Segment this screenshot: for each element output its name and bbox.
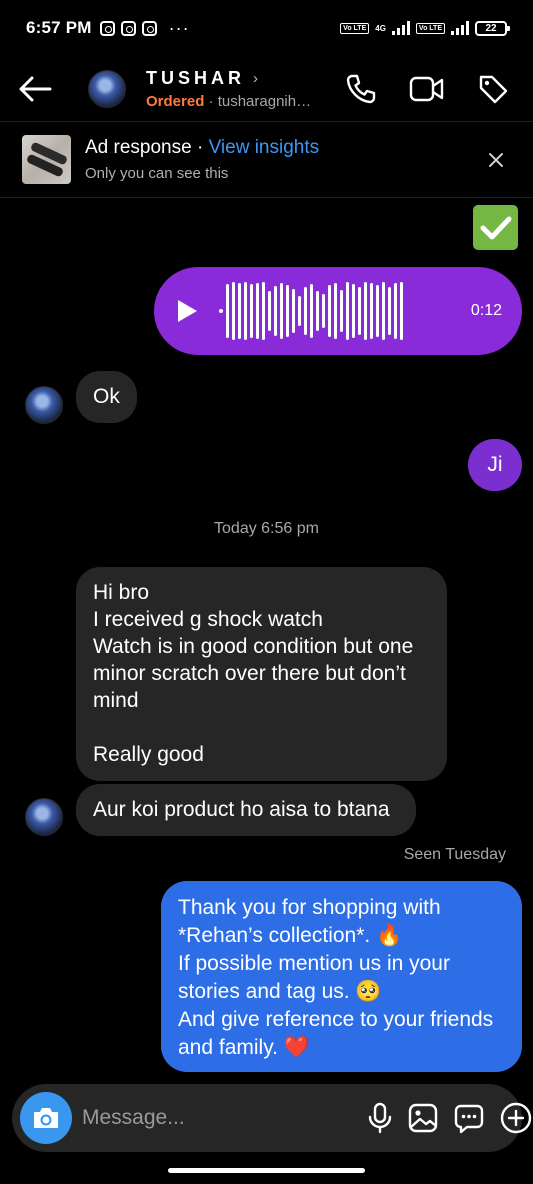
volte-icon: Vo LTE [415, 22, 445, 34]
message-text: Ji [487, 453, 503, 476]
sticker-button[interactable] [453, 1098, 485, 1138]
signal-strength-icon [451, 21, 469, 35]
chat-header: TUSHAR › Ordered · tusharagnih… [0, 56, 533, 122]
seen-receipt: Seen Tuesday [403, 846, 506, 863]
waveform-bar [274, 286, 277, 336]
outgoing-message[interactable]: Ji [468, 439, 522, 491]
dismiss-ad-button[interactable] [481, 145, 511, 175]
order-status: Ordered [146, 92, 205, 110]
waveform-bar [352, 284, 355, 338]
waveform-bar [316, 291, 319, 331]
waveform-bar [310, 284, 313, 338]
plus-icon [500, 1102, 532, 1134]
waveform-bar [280, 283, 283, 339]
waveform-bar [286, 285, 289, 337]
instagram-notification-icon [141, 20, 157, 36]
voice-message[interactable]: 0:12 [154, 267, 522, 355]
waveform-bar [346, 282, 349, 340]
tag-icon [479, 75, 508, 103]
ad-title: Ad response [85, 137, 192, 158]
back-button[interactable] [18, 69, 58, 109]
video-call-button[interactable] [405, 67, 449, 111]
waveform-bar [334, 283, 337, 339]
close-icon [489, 152, 503, 167]
day-timestamp: Today 6:56 pm [214, 520, 319, 537]
instagram-notification-icon [120, 20, 136, 36]
video-camera-icon [409, 76, 444, 101]
waveform-bar [358, 287, 361, 335]
contact-username: tusharagnih… [217, 92, 312, 110]
gallery-icon [408, 1103, 438, 1133]
sticker-icon [454, 1104, 484, 1134]
more-options-button[interactable] [499, 1098, 533, 1138]
voice-call-button[interactable] [339, 67, 383, 111]
chevron-right-icon: › [253, 69, 258, 87]
waveform-bar [268, 291, 271, 331]
check-mark-icon [480, 216, 511, 239]
waveform-bar [219, 309, 223, 313]
incoming-message[interactable]: Aur koi product ho aisa to btana [76, 784, 416, 836]
microphone-icon [368, 1102, 392, 1134]
waveform-bar [250, 284, 253, 338]
waveform-bar [328, 285, 331, 337]
incoming-message[interactable]: Ok [76, 371, 137, 423]
waveform-bar [244, 282, 247, 340]
status-bar: 6:57 PM ··· Vo LTE 4G Vo LTE 22 [0, 0, 533, 56]
ad-subtitle: Only you can see this [85, 165, 229, 182]
waveform-bar [256, 283, 259, 339]
waveform-bar [232, 282, 235, 340]
message-composer [12, 1084, 532, 1152]
waveform-bar [292, 289, 295, 333]
ad-response-banner: Ad response · View insights Only you can… [0, 122, 533, 198]
waveform-bar [298, 296, 301, 326]
waveform-bar [370, 283, 373, 339]
waveform-bar [322, 294, 325, 328]
waveform-bar [382, 282, 385, 340]
waveform-bar [304, 287, 307, 335]
outgoing-message[interactable]: Thank you for shopping with *Rehan’s col… [161, 881, 522, 1072]
contact-info[interactable]: TUSHAR › Ordered · tusharagnih… [146, 68, 323, 110]
tag-order-button[interactable] [471, 67, 515, 111]
camera-button[interactable] [20, 1092, 72, 1144]
more-notifications-icon: ··· [168, 17, 190, 38]
view-insights-link[interactable]: View insights [209, 137, 320, 158]
incoming-message[interactable]: Hi bro I received g shock watch Watch is… [76, 567, 447, 781]
notification-icons [99, 20, 157, 36]
waveform-bar [226, 284, 229, 338]
volte-icon: Vo LTE [340, 22, 370, 34]
waveform-bar [388, 287, 391, 335]
voice-duration: 0:12 [470, 302, 502, 319]
voice-message-button[interactable] [367, 1098, 393, 1138]
waveform-bar [340, 290, 343, 332]
waveform-bar [394, 283, 397, 339]
instagram-notification-icon [99, 20, 115, 36]
gallery-button[interactable] [407, 1098, 439, 1138]
signal-strength-icon [391, 21, 410, 35]
battery-icon: 22 [475, 20, 510, 36]
play-icon[interactable] [178, 300, 197, 322]
message-text: Ok [93, 385, 120, 408]
contact-avatar[interactable] [88, 69, 126, 108]
waveform-bar [376, 285, 379, 337]
waveform-bar [238, 283, 241, 339]
waveform-bar [364, 282, 367, 340]
home-indicator[interactable] [168, 1168, 365, 1173]
back-arrow-icon [19, 76, 52, 101]
sent-emoji-message[interactable] [473, 205, 518, 250]
phone-icon [346, 74, 376, 103]
message-input[interactable] [82, 1106, 353, 1130]
waveform-bar [262, 282, 265, 340]
status-time: 6:57 PM [26, 18, 92, 37]
waveform [219, 279, 403, 343]
contact-name: TUSHAR [146, 67, 245, 88]
ad-thumbnail[interactable] [22, 135, 71, 184]
network-type: 4G [375, 23, 386, 33]
contact-avatar[interactable] [25, 798, 63, 836]
system-indicators: Vo LTE 4G Vo LTE 22 [340, 20, 510, 36]
waveform-bar [400, 282, 403, 340]
contact-avatar[interactable] [25, 386, 63, 424]
camera-icon [34, 1108, 58, 1128]
